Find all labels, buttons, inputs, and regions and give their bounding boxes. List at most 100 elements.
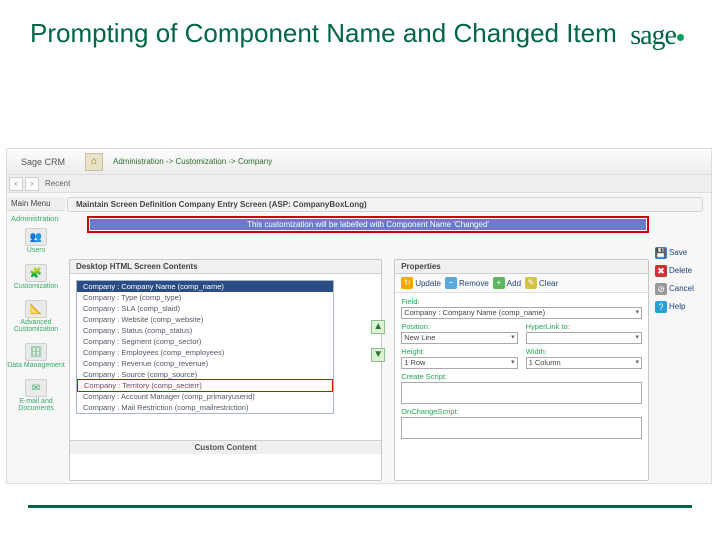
sidebar-item-icon: 📐	[25, 300, 47, 318]
home-icon[interactable]: ⌂	[85, 153, 103, 171]
brand-logo-text: sage	[630, 20, 676, 51]
remove-label: Remove	[459, 279, 489, 288]
brand-logo-dot	[677, 34, 684, 41]
move-up-button[interactable]: ▲	[371, 320, 385, 334]
height-select[interactable]: 1 Row ▾	[401, 357, 517, 369]
add-button[interactable]: +Add	[493, 277, 521, 289]
height-value: 1 Row	[404, 357, 425, 369]
create-script-textarea[interactable]	[401, 382, 642, 404]
notice-highlight: This customization will be labelled with…	[87, 216, 649, 233]
sidebar-item[interactable]: 👥Users	[7, 224, 65, 260]
back-button[interactable]: ‹	[9, 177, 23, 191]
hyperlink-label: HyperLink to:	[526, 322, 642, 331]
sidebar-item-label: Users	[7, 247, 65, 254]
field-list-wrap: Company : Company Name (comp_name)Compan…	[70, 274, 381, 420]
sidebar-item-label: Customization	[7, 283, 65, 290]
content-area: Desktop HTML Screen Contents Company : C…	[69, 259, 649, 481]
create-script-label: Create Script:	[401, 372, 642, 381]
width-select[interactable]: 1 Column ▾	[526, 357, 642, 369]
sidebar-item[interactable]: 📐Advanced Customization	[7, 296, 65, 339]
recent-label[interactable]: Recent	[45, 179, 70, 188]
cancel-label: Cancel	[669, 284, 694, 293]
help-label: Help	[669, 302, 685, 311]
help-icon: ?	[655, 301, 667, 313]
sidebar-item-icon: 🧩	[25, 264, 47, 282]
app-brand: Sage CRM	[7, 157, 79, 167]
list-item[interactable]: Company : Company Name (comp_name)	[77, 281, 333, 292]
field-select[interactable]: Company : Company Name (comp_name)▾	[401, 307, 642, 319]
chevron-down-icon: ▾	[635, 357, 639, 369]
properties-toolbar: ↻Update −Remove +Add ✎Clear	[395, 274, 648, 293]
chevron-down-icon: ▾	[511, 332, 515, 344]
list-item[interactable]: Company : Segment (comp_sector)	[77, 336, 333, 347]
update-button[interactable]: ↻Update	[401, 277, 441, 289]
sidebar-item[interactable]: 🧩Customization	[7, 260, 65, 296]
recent-bar: ‹ › Recent	[7, 175, 711, 193]
hyperlink-select[interactable]: ▾	[526, 332, 642, 344]
list-item[interactable]: Company : Employees (comp_employees)	[77, 347, 333, 358]
field-value: Company : Company Name (comp_name)	[404, 307, 545, 319]
sidebar-group-administration: Administration	[7, 211, 65, 224]
forward-button[interactable]: ›	[25, 177, 39, 191]
sidebar-main-menu[interactable]: Main Menu	[7, 197, 65, 211]
sidebar-item-label: Data Management	[7, 362, 65, 369]
list-item[interactable]: Company : Mail Restriction (comp_mailres…	[77, 402, 333, 413]
remove-icon: −	[445, 277, 457, 289]
remove-button[interactable]: −Remove	[445, 277, 489, 289]
sidebar-item-icon: ✉	[25, 379, 47, 397]
custom-content-area[interactable]	[70, 454, 381, 480]
delete-button[interactable]: ✖Delete	[655, 263, 707, 281]
help-button[interactable]: ?Help	[655, 299, 707, 317]
onchange-script-textarea[interactable]	[401, 417, 642, 439]
height-label: Height:	[401, 347, 517, 356]
sidebar-item-icon: 🗄	[25, 343, 47, 361]
list-item[interactable]: Company : Account Manager (comp_primaryu…	[77, 391, 333, 402]
reorder-controls: ▲ ▼	[371, 320, 385, 362]
delete-icon: ✖	[655, 265, 667, 277]
width-value: 1 Column	[529, 357, 561, 369]
sidebar-item[interactable]: ✉E-mail and Documents	[7, 375, 65, 418]
position-label: Position:	[401, 322, 517, 331]
list-item[interactable]: Company : Revenue (comp_revenue)	[77, 358, 333, 369]
save-button[interactable]: 💾Save	[655, 245, 707, 263]
sidebar-item-label: Advanced Customization	[7, 319, 65, 333]
update-label: Update	[415, 279, 441, 288]
sidebar-item-label: E-mail and Documents	[7, 398, 65, 412]
clear-label: Clear	[539, 279, 558, 288]
list-item[interactable]: Company : Website (comp_website)	[77, 314, 333, 325]
move-down-button[interactable]: ▼	[371, 348, 385, 362]
sidebar: Main Menu Administration 👥Users🧩Customiz…	[7, 197, 65, 483]
list-item[interactable]: Company : Status (comp_status)	[77, 325, 333, 336]
save-icon: 💾	[655, 247, 667, 259]
properties-form: Field: Company : Company Name (comp_name…	[395, 293, 648, 443]
width-label: Width:	[526, 347, 642, 356]
chevron-down-icon: ▾	[635, 332, 639, 344]
screen-contents-header: Desktop HTML Screen Contents	[70, 260, 381, 274]
screen-contents-panel: Desktop HTML Screen Contents Company : C…	[69, 259, 382, 481]
list-item[interactable]: Company : Type (comp_type)	[77, 292, 333, 303]
delete-label: Delete	[669, 266, 692, 275]
onchange-script-label: OnChangeScript:	[401, 407, 642, 416]
position-select[interactable]: New Line▾	[401, 332, 517, 344]
page-title: Maintain Screen Definition Company Entry…	[67, 197, 703, 212]
app-window: Sage CRM ⌂ Administration -> Customizati…	[6, 148, 712, 484]
chevron-down-icon: ▾	[511, 357, 515, 369]
app-header: Sage CRM ⌂ Administration -> Customizati…	[7, 149, 711, 175]
notice-text: This customization will be labelled with…	[90, 219, 646, 230]
field-label: Field:	[401, 297, 642, 306]
action-rail: 💾Save ✖Delete ⊘Cancel ?Help	[655, 245, 707, 317]
add-label: Add	[507, 279, 521, 288]
cancel-icon: ⊘	[655, 283, 667, 295]
sidebar-item-icon: 👥	[25, 228, 47, 246]
properties-header: Properties	[395, 260, 648, 274]
field-list[interactable]: Company : Company Name (comp_name)Compan…	[76, 280, 334, 414]
cancel-button[interactable]: ⊘Cancel	[655, 281, 707, 299]
list-item[interactable]: Company : SLA (comp_slaid)	[77, 303, 333, 314]
brand-logo: sage	[630, 20, 684, 52]
clear-button[interactable]: ✎Clear	[525, 277, 558, 289]
sidebar-item[interactable]: 🗄Data Management	[7, 339, 65, 375]
slide-title: Prompting of Component Name and Changed …	[0, 0, 720, 49]
update-icon: ↻	[401, 277, 413, 289]
breadcrumb[interactable]: Administration -> Customization -> Compa…	[113, 157, 272, 166]
save-label: Save	[669, 248, 687, 257]
